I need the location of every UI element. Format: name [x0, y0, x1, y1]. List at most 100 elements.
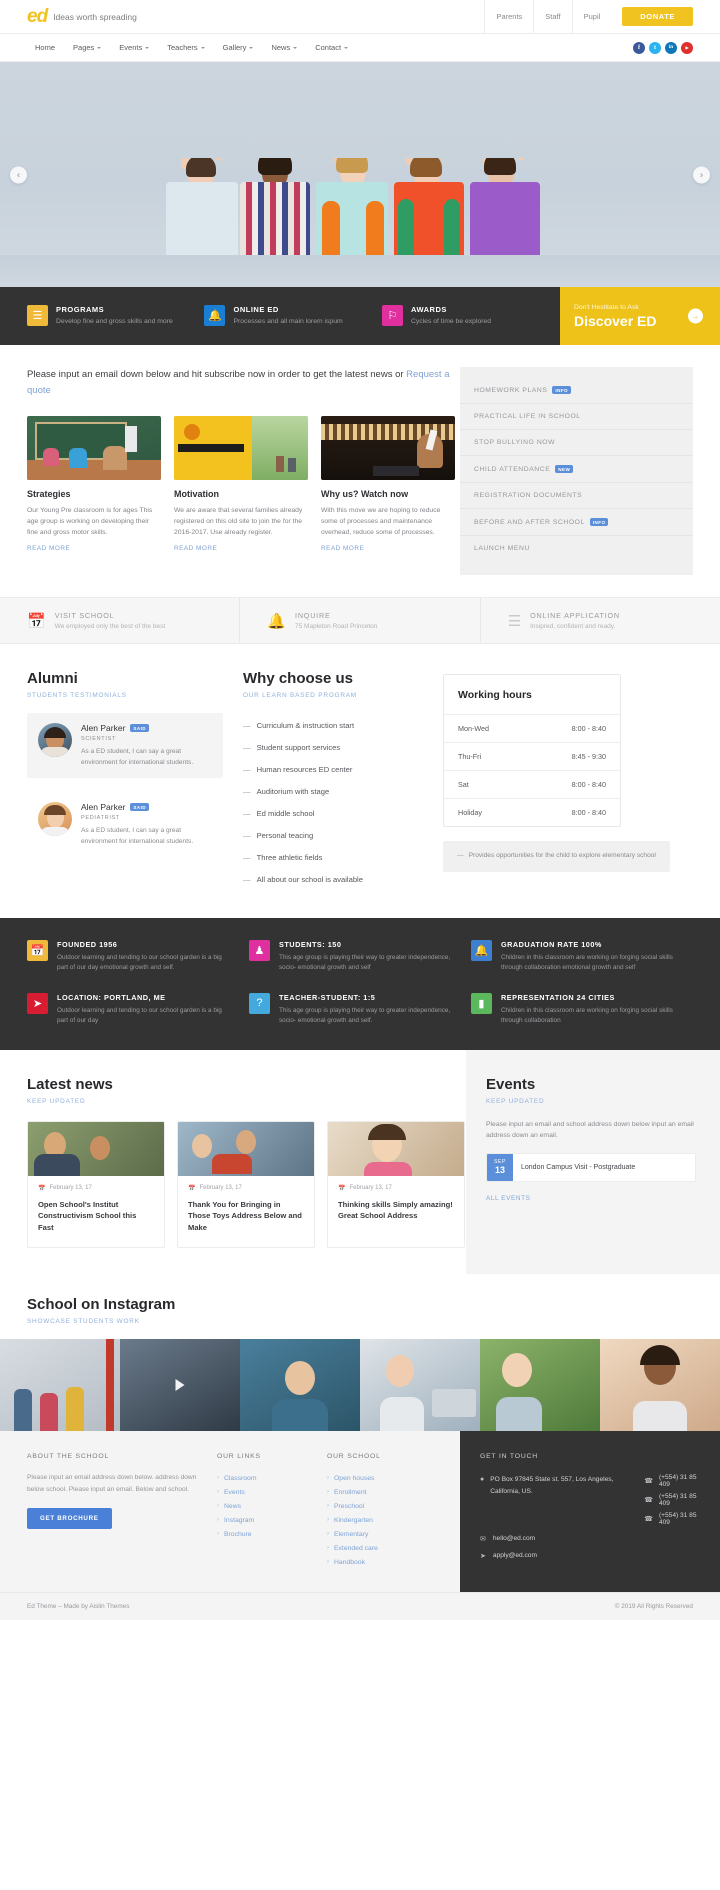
side-item-registration-documents[interactable]: REGISTRATION DOCUMENTS — [460, 483, 693, 509]
news-headline: Thinking skills Simply amazing! Great Sc… — [338, 1199, 453, 1221]
hero-next-arrow[interactable]: › — [693, 166, 710, 183]
side-item-practical-life[interactable]: PRACTICAL LIFE IN SCHOOL — [460, 404, 693, 430]
instagram-tile[interactable] — [240, 1338, 360, 1431]
facebook-icon[interactable]: f — [633, 41, 645, 54]
topnav-pupil[interactable]: Pupil — [571, 0, 612, 34]
chevron-right-icon: › — [217, 1503, 219, 1510]
card-why-us[interactable]: Why us? Watch now With this move we are … — [321, 416, 455, 552]
side-item-homework-plans[interactable]: HOMEWORK PLANS INFO — [460, 377, 693, 404]
dash-icon: — — [243, 742, 251, 752]
feature-programs[interactable]: ☰ PROGRAMS Develop fine and gross skills… — [27, 305, 204, 327]
news-card[interactable]: 📅 February 13, 17 Thinking skills Simply … — [327, 1120, 465, 1248]
working-hours-title: Working hours — [458, 689, 532, 701]
footer-link-instagram[interactable]: › Instagram — [217, 1514, 327, 1528]
footer-link-enrollment[interactable]: › Enrollment — [327, 1486, 437, 1500]
footer-link-elementary[interactable]: › Elementary — [327, 1528, 437, 1542]
said-badge: SAID — [130, 724, 149, 732]
band-inquire[interactable]: 🔔 INQUIRE 75 Mapleton Road Princeton — [240, 598, 481, 643]
side-item-launch-menu[interactable]: LAUNCH MENU — [460, 536, 693, 561]
feature-awards[interactable]: ⚐ AWARDS Cycles of time be explored — [381, 305, 559, 327]
card-image — [321, 416, 455, 481]
book-icon: ☰ — [27, 305, 48, 327]
news-date-row: 📅 February 13, 17 — [188, 1185, 304, 1192]
hours-time: 8:45 - 9:30 — [571, 752, 606, 761]
social-links: f t in ▶ — [633, 41, 693, 54]
donate-button[interactable]: DONATE — [622, 7, 693, 26]
footer-link-preschool[interactable]: › Preschool — [327, 1500, 437, 1514]
discover-subtitle: Don't Hestitate to Ask — [574, 303, 639, 311]
avatar — [38, 802, 72, 837]
calendar-icon: 📅 — [188, 1185, 196, 1192]
instagram-tile[interactable] — [360, 1338, 480, 1431]
topnav-staff[interactable]: Staff — [533, 0, 571, 34]
phone-number: (+554) 31 85 409 — [658, 1473, 697, 1488]
card-motivation[interactable]: Motivation We are aware that several fam… — [174, 416, 308, 552]
hours-day: Mon-Wed — [458, 724, 490, 733]
nav-item-gallery[interactable]: Gallery — [215, 43, 262, 52]
footer-about-text: Please input an email address down below… — [27, 1473, 197, 1493]
email-row[interactable]: ➤ apply@ed.com — [480, 1552, 700, 1560]
youtube-icon[interactable]: ▶ — [681, 41, 693, 54]
read-more-link[interactable]: READ MORE — [27, 545, 161, 552]
news-card[interactable]: 📅 February 13, 17 Open School's Institut … — [27, 1120, 165, 1248]
instagram-tile[interactable] — [600, 1338, 720, 1431]
nav-item-news[interactable]: News — [263, 43, 305, 52]
footer-link-events[interactable]: › Events — [217, 1486, 327, 1500]
news-headline: Open School's Institut Constructivism Sc… — [38, 1199, 137, 1233]
event-item[interactable]: SEP 13 London Campus Visit - Postgraduat… — [486, 1152, 696, 1183]
instagram-tile[interactable] — [0, 1338, 120, 1431]
email-row[interactable]: ✉ hello@ed.com — [480, 1535, 700, 1543]
read-more-link[interactable]: READ MORE — [174, 545, 308, 552]
nav-item-contact[interactable]: Contact — [307, 43, 356, 52]
event-day: 13 — [494, 1164, 505, 1175]
footer-link-label: News — [224, 1503, 241, 1511]
footer-link-label: Preschool — [334, 1503, 365, 1511]
topnav-parents[interactable]: Parents — [484, 0, 533, 34]
chevron-down-icon — [344, 46, 349, 49]
footer-link-handbook[interactable]: › Handbook — [327, 1556, 437, 1570]
read-more-link[interactable]: READ MORE — [321, 545, 455, 552]
band-online-application[interactable]: ☰ ONLINE APPLICATION Insipred, confident… — [481, 598, 720, 643]
footer-link-classroom[interactable]: › Classroom — [217, 1472, 327, 1486]
card-strategies[interactable]: Strategies Our Young Pre classroom is fo… — [27, 416, 161, 552]
news-date: February 13, 17 — [199, 1185, 242, 1192]
footer-link-open-houses[interactable]: › Open houses — [327, 1472, 437, 1486]
phone-row[interactable]: ☎ (+554) 31 85 409 — [644, 1474, 700, 1488]
news-grid: 📅 February 13, 17 Open School's Institut … — [27, 1120, 466, 1248]
discover-ed-cta[interactable]: Don't Hestitate to Ask Discover ED → — [560, 287, 720, 345]
feature-online-ed[interactable]: 🔔 ONLINE ED Processes and all main lorem… — [204, 305, 381, 327]
chevron-right-icon: › — [217, 1517, 219, 1524]
phone-row[interactable]: ☎ (+554) 31 85 409 — [644, 1493, 700, 1507]
twitter-icon[interactable]: t — [649, 41, 661, 54]
instagram-tile[interactable] — [480, 1338, 600, 1431]
get-brochure-button[interactable]: GET BROCHURE — [27, 1508, 112, 1530]
all-events-link[interactable]: ALL EVENTS — [486, 1195, 696, 1202]
linkedin-icon[interactable]: in — [665, 41, 677, 54]
event-name: London Campus Visit - Postgraduate — [521, 1163, 636, 1171]
footer-link-kindergarten[interactable]: › Kindergarten — [327, 1514, 437, 1528]
news-card[interactable]: 📅 February 13, 17 Thank You for Bringing … — [177, 1120, 315, 1248]
checklist-icon: ☰ — [507, 612, 522, 630]
side-item-before-after-school[interactable]: BEFORE AND AFTER SCHOOL INFO — [460, 509, 693, 536]
nav-item-events[interactable]: Events — [111, 43, 157, 52]
site-logo[interactable]: ed Ideas worth spreading — [27, 7, 484, 26]
hero-prev-arrow[interactable]: ‹ — [10, 166, 27, 183]
play-icon[interactable] — [175, 1378, 185, 1391]
feature-desc: Develop fine and gross skills and more — [56, 318, 173, 326]
footer-link-brochure[interactable]: › Brochure — [217, 1528, 327, 1542]
nav-item-home[interactable]: Home — [27, 43, 63, 52]
instagram-tile[interactable] — [120, 1338, 240, 1431]
nav-item-pages[interactable]: Pages — [65, 43, 109, 52]
side-item-child-attendance[interactable]: CHILD ATTENDANCE NEW — [460, 456, 693, 483]
phone-row[interactable]: ☎ (+554) 31 85 409 — [644, 1512, 700, 1526]
side-item-stop-bullying[interactable]: STOP BULLYING NOW — [460, 430, 693, 456]
phone-number: (+554) 31 85 409 — [658, 1492, 697, 1507]
events-subtitle: KEEP UPDATED — [486, 1097, 545, 1105]
footer-link-extended-care[interactable]: › Extended care — [327, 1542, 437, 1556]
send-icon: ➤ — [480, 1552, 486, 1560]
nav-item-teachers[interactable]: Teachers — [159, 43, 212, 52]
footer-link-news[interactable]: › News — [217, 1500, 327, 1514]
envelope-icon: ✉ — [480, 1535, 486, 1543]
band-visit-school[interactable]: 📅 VISIT SCHOOL We employed only the best… — [0, 598, 241, 643]
testimonial-role: SCIENTIST — [81, 736, 117, 742]
